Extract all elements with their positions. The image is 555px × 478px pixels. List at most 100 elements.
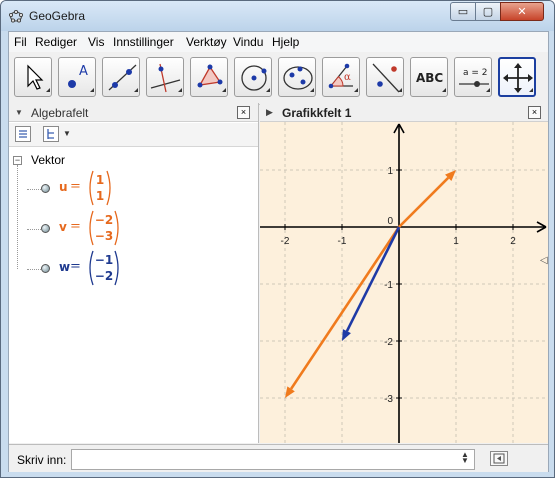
algebra-toolbar: ▼	[9, 123, 258, 147]
auxiliary-objects-button[interactable]	[15, 126, 31, 142]
input-help-icon	[493, 453, 505, 464]
list-icon	[19, 130, 27, 138]
circle-center-point-icon	[241, 65, 270, 92]
graphics-title: Grafikkfelt 1	[282, 106, 352, 120]
algebra-close-button[interactable]: ×	[237, 106, 250, 119]
maximize-icon: ▢	[482, 6, 494, 18]
menu-rediger[interactable]: Rediger	[35, 35, 77, 49]
move-graphics-cross-icon	[503, 63, 533, 93]
tool-bar: A α ABC a = 2	[9, 53, 548, 105]
menu-verktoy[interactable]: Verktøy	[186, 35, 227, 49]
visibility-toggle-icon[interactable]	[41, 264, 50, 273]
equals-sign: =	[70, 219, 81, 234]
circle-tool[interactable]	[234, 57, 272, 97]
visibility-toggle-icon[interactable]	[41, 184, 50, 193]
vector-name: w	[59, 260, 71, 274]
menu-fil[interactable]: Fil	[14, 35, 27, 49]
x-tick-label: 2	[510, 236, 516, 247]
input-field[interactable]	[71, 449, 475, 470]
polygon-tool[interactable]	[190, 57, 228, 97]
polygon-triangle-icon	[197, 64, 226, 92]
move-tool[interactable]	[14, 57, 52, 97]
equals-sign: =	[70, 259, 81, 274]
conic-tool[interactable]	[278, 57, 316, 97]
reflect-tool[interactable]	[366, 57, 404, 97]
maximize-button[interactable]: ▢	[475, 2, 501, 21]
cursor-arrow-icon	[27, 64, 50, 92]
tree-branch	[27, 269, 41, 270]
reflect-about-line-icon	[372, 63, 402, 93]
angle-alpha-icon: α	[328, 63, 358, 92]
tree-branch	[27, 229, 41, 230]
collapse-group-icon[interactable]: −	[13, 156, 22, 165]
window-title: GeoGebra	[29, 9, 86, 23]
vector-x: −2	[94, 213, 114, 227]
collapse-arrow-icon[interactable]: ▼	[15, 108, 23, 117]
x-tick-label: -2	[281, 236, 290, 247]
vector-y: −3	[94, 229, 114, 243]
vector-name: u	[59, 180, 68, 194]
close-button[interactable]: ✕	[500, 2, 544, 21]
minimize-icon: ▭	[457, 6, 469, 18]
column-vector-v: −2 −3	[87, 210, 121, 246]
slider-icon: a = 2	[459, 68, 490, 92]
svg-text:α: α	[344, 72, 351, 83]
point-A-icon: A	[68, 64, 94, 92]
y-tick-label: -1	[384, 280, 393, 291]
angle-tool[interactable]: α	[322, 57, 360, 97]
x-tick-label: 1	[453, 236, 459, 247]
point-tool[interactable]: A	[58, 57, 96, 97]
side-panel-arrow-icon[interactable]: ◁	[540, 255, 548, 266]
algebra-title: Algebrafelt	[31, 106, 89, 120]
y-tick-label: -3	[384, 394, 393, 405]
close-icon: ✕	[517, 6, 527, 18]
tree-branch	[27, 189, 41, 190]
slider-tool[interactable]: a = 2	[454, 57, 492, 97]
vector-y: −2	[94, 269, 114, 283]
perpendicular-line-tool[interactable]	[146, 57, 184, 97]
minimize-button[interactable]: ▭	[450, 2, 476, 21]
vector-x: −1	[94, 253, 114, 267]
geogebra-logo-icon	[9, 9, 23, 23]
graphics-header: ▶ Grafikkfelt 1 ×	[260, 103, 548, 122]
input-label: Skriv inn:	[17, 453, 67, 467]
equals-sign: =	[70, 179, 81, 194]
tree-connector	[17, 165, 18, 269]
origin-label: 0	[387, 216, 393, 227]
svg-text:ABC: ABC	[416, 71, 443, 85]
input-help-button[interactable]	[490, 451, 508, 466]
vector-name: v	[59, 220, 67, 234]
x-tick-label: -1	[338, 236, 347, 247]
move-graphics-tool[interactable]	[498, 57, 536, 97]
menu-vindu[interactable]: Vindu	[233, 35, 263, 49]
menu-vis[interactable]: Vis	[88, 35, 104, 49]
ellipse-icon	[283, 66, 314, 92]
graphics-view: ▶ Grafikkfelt 1 × -2-11221-1-2-30	[260, 103, 548, 443]
menu-innstillinger[interactable]: Innstillinger	[113, 35, 174, 49]
y-tick-label: -2	[384, 337, 393, 348]
expand-arrow-icon[interactable]: ▶	[266, 107, 273, 118]
menu-hjelp[interactable]: Hjelp	[272, 35, 299, 49]
coordinate-plane[interactable]: -2-11221-1-2-30	[260, 122, 548, 443]
line-tool[interactable]	[102, 57, 140, 97]
group-label-vektor: Vektor	[31, 153, 66, 167]
graphics-close-button[interactable]: ×	[528, 106, 541, 119]
column-vector-u: 1 1	[87, 170, 113, 206]
text-tool[interactable]: ABC	[410, 57, 448, 97]
algebra-view: ▼ Algebrafelt × ▼ − Vektor u = 1 1 v = −…	[9, 103, 259, 443]
app-client-area: Fil Rediger Vis Innstillinger Verktøy Vi…	[8, 31, 549, 472]
svg-text:a = 2: a = 2	[463, 68, 488, 78]
vector-x: 1	[95, 173, 105, 187]
perpendicular-line-icon	[150, 63, 182, 93]
sort-objects-button[interactable]	[43, 126, 59, 142]
abc-text-icon: ABC	[416, 71, 446, 92]
line-through-two-points-icon	[108, 64, 138, 92]
svg-text:A: A	[79, 64, 88, 79]
algebra-header: ▼ Algebrafelt ×	[9, 103, 258, 122]
input-bar: Skriv inn: ▲ ▼	[9, 444, 548, 472]
input-history-icon[interactable]: ▲ ▼	[461, 451, 469, 465]
sort-dropdown-icon[interactable]: ▼	[63, 129, 71, 138]
column-vector-w: −1 −2	[87, 250, 121, 286]
visibility-toggle-icon[interactable]	[41, 224, 50, 233]
y-tick-label: 1	[387, 166, 393, 177]
